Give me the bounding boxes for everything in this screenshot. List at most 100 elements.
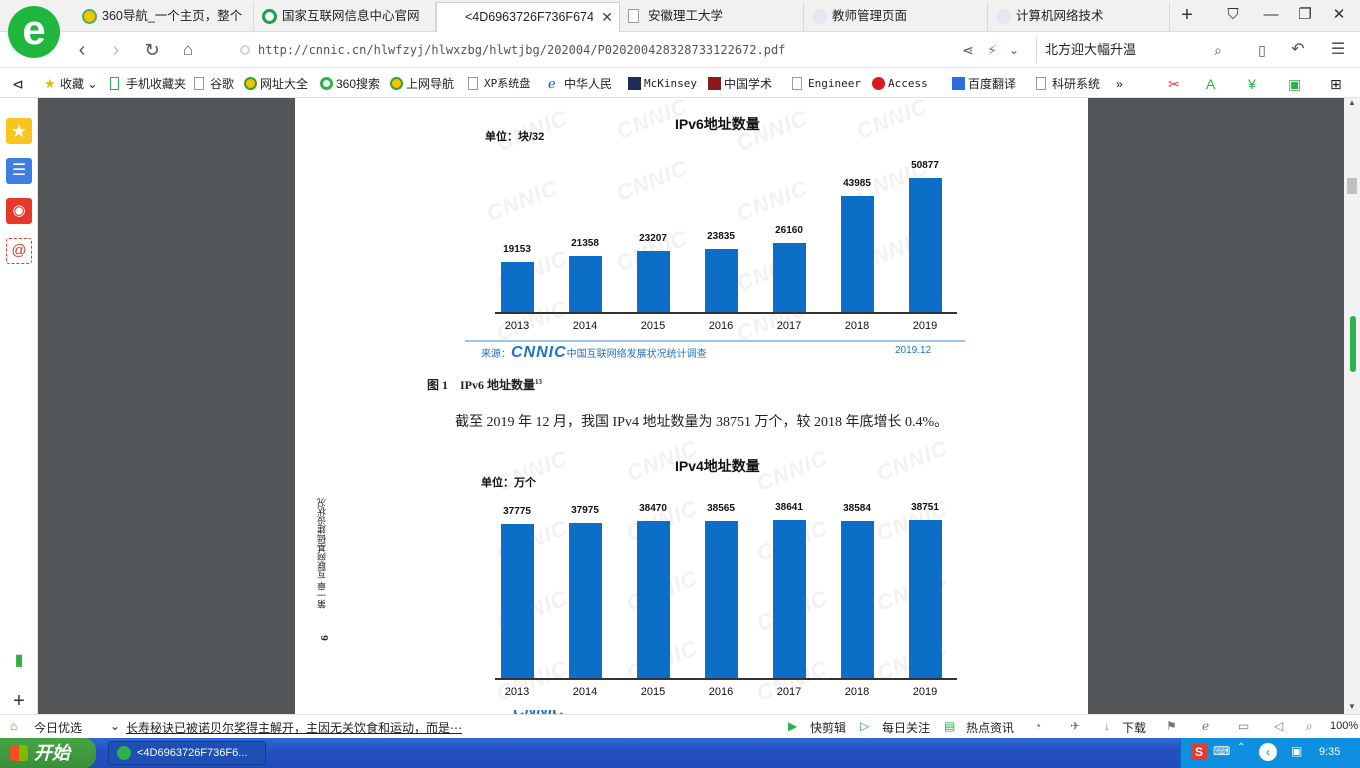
zoom-level[interactable]: 100% (1330, 720, 1358, 732)
chart1-x-tick: 2014 (572, 320, 598, 332)
shirt-icon[interactable]: ⛉ (1220, 4, 1246, 26)
tray-expand-icon[interactable]: ‹ (1259, 743, 1277, 761)
chart1-unit: 单位：块/32 (485, 131, 545, 143)
bookmark-zhonghua[interactable]: ℯ 中华人民 (548, 75, 612, 93)
close-window-button[interactable]: ✕ (1326, 4, 1352, 26)
mail-at-icon[interactable]: @ (6, 238, 32, 264)
new-tab-button[interactable]: + (1174, 4, 1200, 26)
source-prefix: 来源： (481, 349, 511, 360)
money-icon[interactable]: ¥ (1248, 75, 1256, 93)
news-headline-link[interactable]: 长寿秘诀已被诺贝尔奖得主解开，主因无关饮食和运动，而是⋯ (126, 719, 462, 736)
360-icon (244, 77, 257, 90)
hot-news-button[interactable]: 热点资讯 (966, 719, 1014, 736)
network-icon[interactable]: ▣ (1291, 744, 1302, 758)
volume-icon[interactable]: ◁ (1274, 719, 1283, 733)
chevron-down-icon[interactable]: ⌄ (1002, 38, 1026, 62)
more-bookmarks-button[interactable]: » (1116, 75, 1123, 93)
undo-icon[interactable]: ↶ (1286, 38, 1310, 62)
bookmark-access[interactable]: Access (872, 75, 928, 93)
bookmark-google[interactable]: 谷歌 (194, 75, 234, 93)
tab-pdf-active[interactable]: <4D6963726F736F67420 ✕ (436, 2, 620, 33)
daily-focus-button[interactable]: 每日关注 (882, 719, 930, 736)
chevron-down-icon: ⌄ (110, 719, 121, 733)
chart1-x-tick: 2016 (708, 320, 734, 332)
bookmark-xueshu[interactable]: 中国学术 (708, 75, 772, 93)
cnnic-icon (262, 9, 277, 24)
scissors-icon[interactable]: ✂ (1168, 75, 1180, 93)
taskbar-browser-item[interactable]: <4D6963726F736F6... (108, 741, 266, 765)
tab-360-nav[interactable]: 360导航_一个主页，整个 (74, 2, 254, 32)
add-icon[interactable]: + (6, 688, 32, 714)
address-bar-row: ‹ › ↻ ⌂ http://cnnic.cn/hlwfzyj/hlwxzbg/… (0, 32, 1360, 68)
bookmark-fanyi[interactable]: 百度翻译 (952, 75, 1016, 93)
tab-teacher[interactable]: 教师管理页面 (804, 2, 988, 32)
weibo-icon[interactable]: ◉ (6, 198, 32, 224)
tab-network[interactable]: 计算机网络技术 (988, 2, 1170, 32)
bookmark-keyan[interactable]: 科研系统 (1036, 75, 1100, 93)
scroll-thumb[interactable] (1347, 178, 1357, 194)
chart2-title: IPv4地址数量 (675, 458, 760, 474)
search-icon[interactable]: ⌕ (1206, 38, 1230, 62)
flag-icon[interactable]: ⚑ (1166, 719, 1177, 733)
start-button[interactable]: 开始 (0, 738, 96, 768)
url-field[interactable]: http://cnnic.cn/hlwfzyj/hlwxzbg/hlwtjbg/… (236, 37, 1026, 63)
bookmark-hao[interactable]: 网址大全 (244, 75, 308, 93)
document-icon (1036, 77, 1046, 90)
minimize-button[interactable]: — (1258, 4, 1284, 26)
clock[interactable]: 9:35 (1319, 746, 1340, 758)
site-info-icon[interactable] (240, 45, 250, 55)
sidebar-toggle-icon[interactable]: ⊲ (12, 75, 24, 93)
watermark-text: CNNIC (872, 434, 952, 487)
download-button[interactable]: 下载 (1122, 719, 1146, 736)
browser-logo[interactable]: e (8, 6, 60, 58)
lightning-icon[interactable]: ⚡ (980, 38, 1004, 62)
scroll-up-arrow[interactable]: ▲ (1348, 98, 1356, 107)
chart2-value-label: 38565 (707, 502, 735, 514)
share-icon[interactable]: ⋖ (956, 38, 980, 62)
ie-mode-icon[interactable]: ℯ (1202, 719, 1209, 733)
taskbar-item-label: <4D6963726F736F6... (137, 747, 248, 759)
scroll-down-arrow[interactable]: ▼ (1348, 702, 1356, 711)
sogou-input-icon[interactable]: S (1191, 744, 1207, 760)
today-picks[interactable]: 今日优选 (34, 719, 82, 736)
chart1-bar (773, 243, 806, 312)
bookmark-xp[interactable]: XP系统盘 (468, 75, 530, 93)
zoom-icon[interactable]: ⌕ (1306, 719, 1313, 734)
keyboard-icon[interactable]: ⌨ (1213, 744, 1230, 758)
translate-a-icon[interactable]: A (1206, 75, 1215, 93)
phone-icon[interactable]: ▯ (1250, 38, 1274, 62)
back-button[interactable]: ‹ (70, 38, 94, 62)
bookmark-favorites[interactable]: ★ 收藏 ⌄ (44, 75, 97, 93)
close-icon[interactable]: ✕ (601, 3, 613, 31)
watermark-text: CNNIC (482, 174, 562, 227)
360-icon (390, 77, 403, 90)
tab-cnnic[interactable]: 国家互联网信息中心官网 (254, 2, 436, 32)
game-icon[interactable]: ▣ (1288, 75, 1301, 93)
bookmark-mobile[interactable]: 手机收藏夹 (110, 75, 186, 93)
reader-icon[interactable]: ☰ (6, 158, 32, 184)
home-button[interactable]: ⌂ (176, 38, 200, 62)
speedometer-icon[interactable]: ◔ (1034, 719, 1041, 733)
bookmark-360search[interactable]: 360搜索 (320, 75, 380, 93)
tab-ahut[interactable]: 安徽理工大学 (620, 2, 804, 32)
apps-icon[interactable]: ⊞ (1330, 75, 1342, 93)
restore-button[interactable]: ❐ (1292, 4, 1318, 26)
vertical-scrollbar[interactable]: ▲ ▼ (1344, 98, 1360, 714)
favorites-star-icon[interactable]: ★ (6, 118, 32, 144)
page-icon (812, 9, 827, 24)
watermark-text: CNNIC (612, 154, 692, 207)
tab-label: 教师管理页面 (832, 9, 908, 23)
input-options-icon[interactable]: ⌃ (1237, 742, 1245, 753)
battery-icon[interactable]: ▮ (6, 648, 32, 674)
bookmark-daohang[interactable]: 上网导航 (390, 75, 454, 93)
bookmark-engineer[interactable]: Engineer (792, 75, 861, 93)
bookmark-label: 科研系统 (1052, 77, 1101, 91)
kuaijianji-button[interactable]: 快剪辑 (810, 719, 846, 736)
forward-button[interactable]: › (104, 38, 128, 62)
pin-icon[interactable]: ✈ (1070, 719, 1080, 733)
window-icon[interactable]: ▭ (1238, 719, 1249, 733)
refresh-button[interactable]: ↻ (140, 38, 164, 62)
menu-icon[interactable]: ☰ (1326, 38, 1350, 62)
bookmark-mckinsey[interactable]: McKinsey (628, 75, 697, 93)
pdf-viewer[interactable]: CNNIC CNNIC CNNIC CNNIC CNNIC CNNIC CNNIC CNNIC… (38, 98, 1344, 714)
